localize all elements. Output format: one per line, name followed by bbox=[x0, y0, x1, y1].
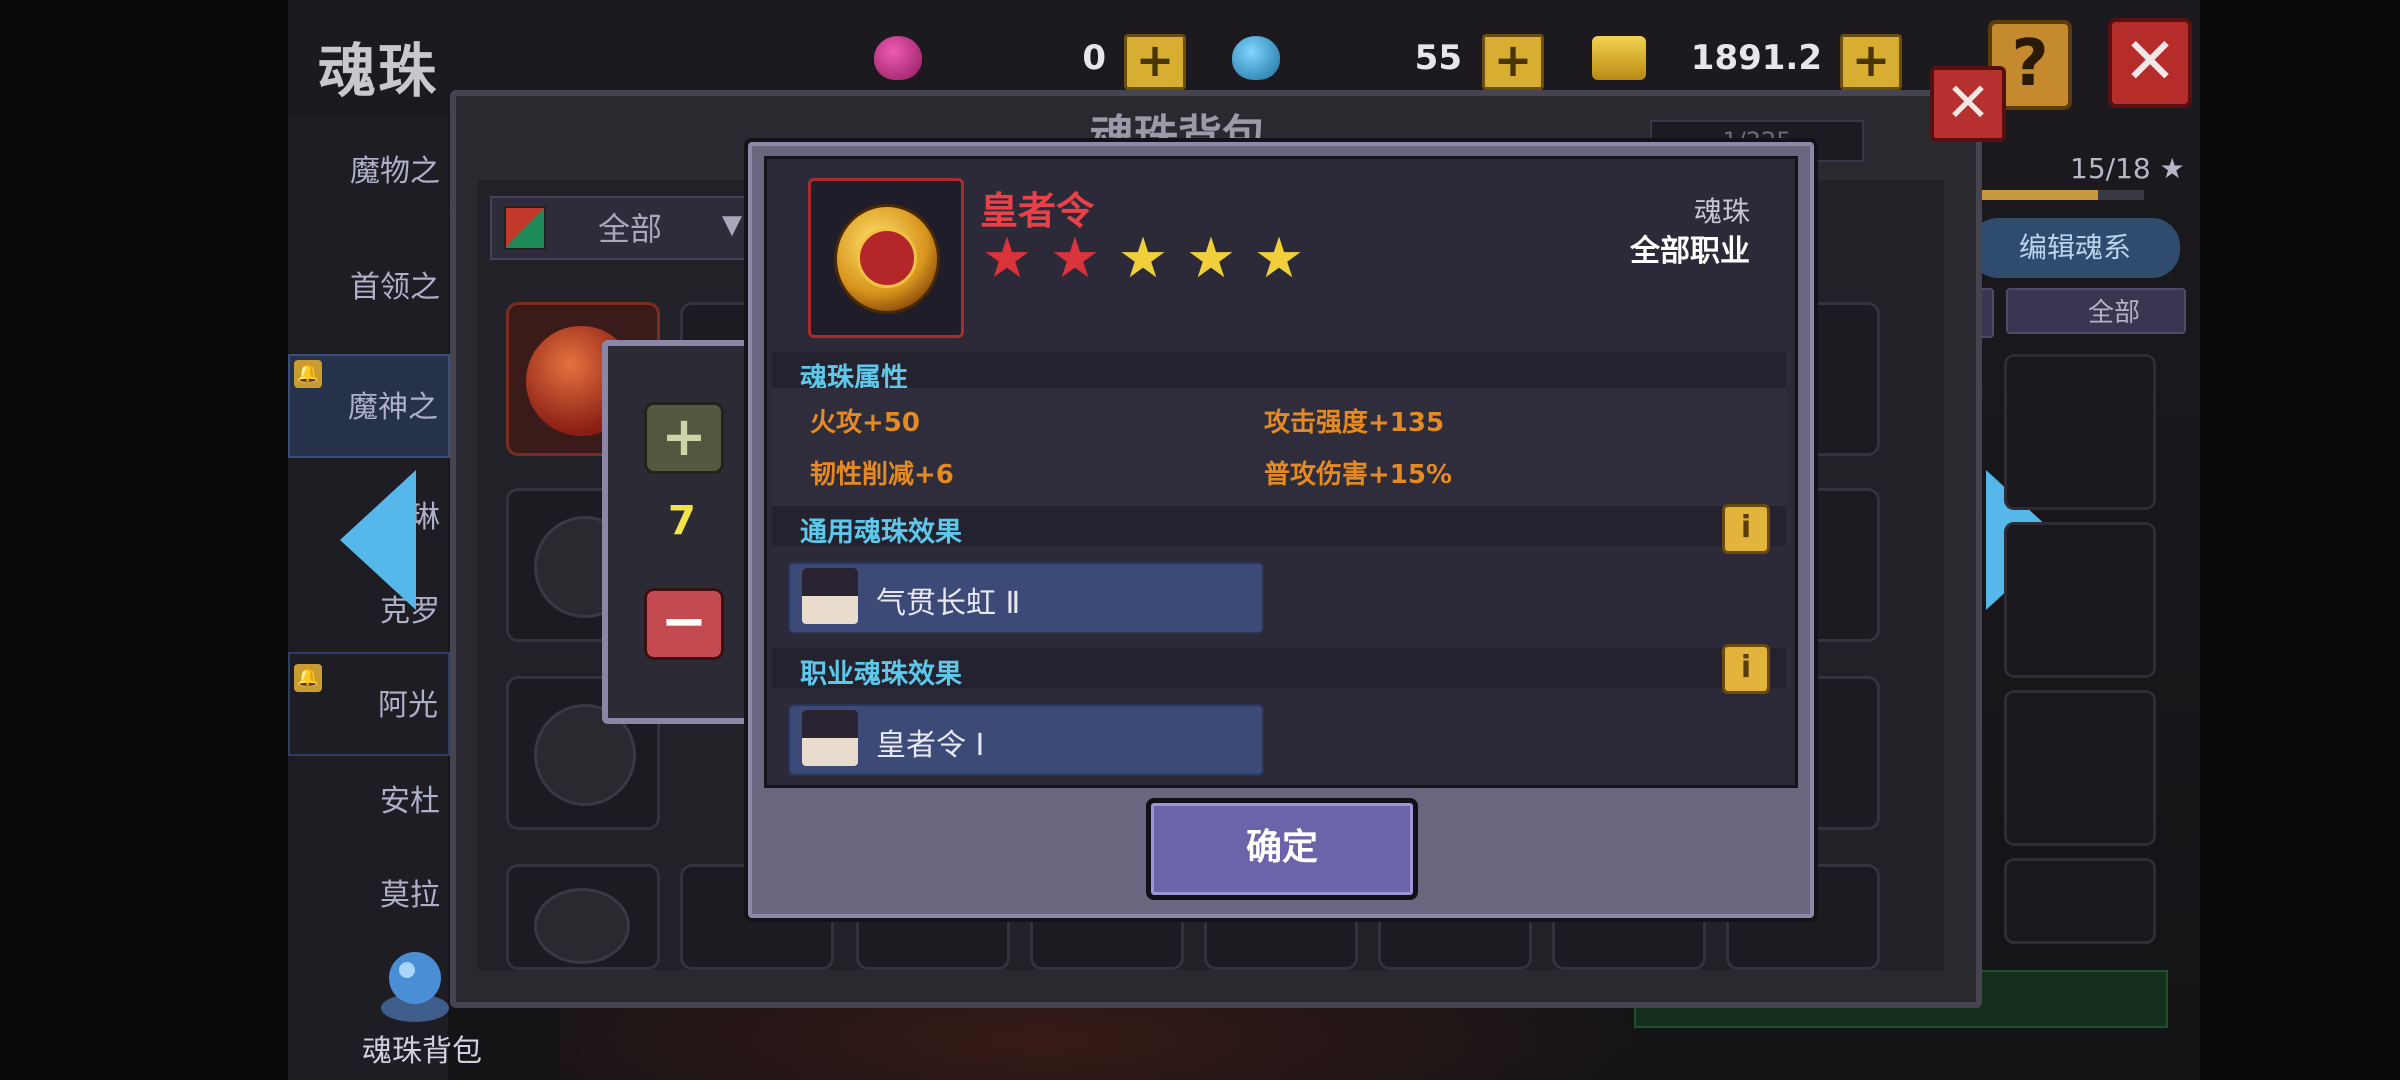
soul-glyph-icon bbox=[534, 888, 630, 964]
common-effect-box[interactable] bbox=[788, 562, 1264, 634]
attribute-toughness-reduction: 韧性削减+6 bbox=[810, 460, 954, 490]
star-icon: ★ bbox=[1253, 226, 1305, 291]
attribute-fire-attack: 火攻+50 bbox=[810, 408, 920, 438]
increase-quantity-button[interactable]: + bbox=[644, 402, 724, 474]
previous-arrow-icon[interactable] bbox=[340, 470, 416, 610]
class-effect-box[interactable] bbox=[788, 704, 1264, 776]
bell-badge-icon: 🔔 bbox=[294, 664, 322, 692]
item-type: 魂珠 bbox=[1693, 195, 1750, 228]
star-icon: ★ bbox=[1185, 226, 1237, 291]
add-blue-gem-button[interactable]: + bbox=[1482, 34, 1544, 90]
attribute-attack-power: 攻击强度+135 bbox=[1264, 408, 1445, 438]
equip-slot[interactable] bbox=[2004, 690, 2156, 846]
bag-filter-label[interactable]: 全部 bbox=[598, 204, 662, 250]
filter-dropdown-right[interactable]: 全部 bbox=[2006, 288, 2186, 334]
class-effect-label: 皇者令 Ⅰ bbox=[876, 728, 985, 763]
equip-slot[interactable] bbox=[2004, 522, 2156, 678]
equip-slot[interactable] bbox=[2004, 858, 2156, 944]
common-effect-label: 气贯长虹 Ⅱ bbox=[876, 586, 1021, 621]
confirm-button[interactable]: 确定 bbox=[1146, 798, 1418, 900]
item-class: 全部职业 bbox=[1630, 234, 1750, 269]
side-item-monster[interactable]: 魔物之 bbox=[288, 120, 450, 224]
side-item-boss[interactable]: 首领之 bbox=[288, 236, 450, 340]
attribute-basic-attack-damage: 普攻伤害+15% bbox=[1264, 460, 1453, 490]
info-icon[interactable]: i bbox=[1722, 504, 1770, 554]
purple-gem-icon bbox=[874, 36, 922, 80]
decrease-quantity-button[interactable]: − bbox=[644, 588, 724, 660]
color-filter-icon bbox=[504, 206, 546, 250]
page-title: 魂珠 bbox=[318, 37, 439, 105]
bell-badge-icon: 🔔 bbox=[294, 360, 322, 388]
character-avatar bbox=[802, 710, 858, 766]
attribute-section-header bbox=[772, 352, 1786, 392]
collection-progress-fill bbox=[1974, 190, 2098, 200]
close-screen-button[interactable]: ✕ bbox=[2108, 18, 2192, 108]
side-item-8[interactable]: 莫拉 bbox=[288, 844, 450, 948]
chevron-down-icon: ▼ bbox=[722, 210, 742, 240]
side-item-7[interactable]: 安杜 bbox=[288, 750, 450, 854]
star-icon: ★ bbox=[1117, 226, 1169, 291]
add-gold-button[interactable]: + bbox=[1840, 34, 1902, 90]
emperor-token-core-icon bbox=[857, 228, 917, 288]
class-effect-title: 职业魂珠效果 bbox=[800, 659, 962, 690]
star-icon: ★ bbox=[1049, 226, 1101, 291]
character-avatar bbox=[802, 568, 858, 624]
equip-slot[interactable] bbox=[2004, 354, 2156, 510]
currency-value-purple: 0 bbox=[1082, 38, 1106, 78]
gold-coin-icon bbox=[1592, 36, 1646, 80]
info-icon[interactable]: i bbox=[1722, 644, 1770, 694]
soul-bag-label[interactable]: 魂珠背包 bbox=[362, 1026, 482, 1070]
currency-value-blue: 55 bbox=[1414, 38, 1462, 78]
blue-gem-icon bbox=[1232, 36, 1280, 80]
collection-progress-text: 15/18 ★ bbox=[2070, 152, 2185, 185]
star-icon: ★ bbox=[981, 226, 1033, 291]
quantity-value: 7 bbox=[668, 498, 696, 544]
soul-bag-icon[interactable] bbox=[370, 938, 460, 1028]
add-purple-gem-button[interactable]: + bbox=[1124, 34, 1186, 90]
close-bag-button[interactable]: ✕ bbox=[1930, 66, 2006, 142]
edit-soul-system-button[interactable]: 编辑魂系 bbox=[1970, 218, 2180, 278]
common-effect-title: 通用魂珠效果 bbox=[800, 517, 962, 548]
